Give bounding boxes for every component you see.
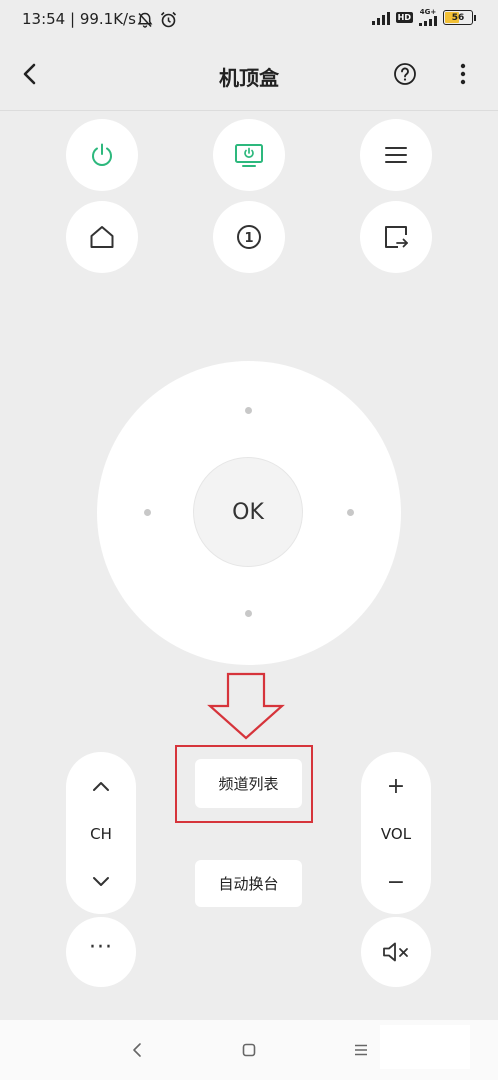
tv-power-icon bbox=[235, 144, 263, 167]
nav-home-button[interactable] bbox=[234, 1037, 264, 1063]
volume-mute-icon bbox=[383, 942, 408, 962]
status-bar: 13:54 | 99.1K/s HD 4G+ 56 bbox=[0, 0, 498, 40]
volume-up-button[interactable]: + bbox=[361, 768, 431, 804]
header-divider bbox=[0, 110, 498, 111]
tv-power-button[interactable] bbox=[213, 119, 285, 191]
chevron-down-icon bbox=[93, 877, 109, 886]
input-source-icon bbox=[385, 226, 408, 248]
nav-back-icon bbox=[133, 1043, 141, 1057]
number-one-icon: 1 bbox=[237, 225, 261, 249]
more-options-button[interactable] bbox=[450, 59, 476, 89]
channel-up-button[interactable] bbox=[66, 768, 136, 804]
nav-recents-button[interactable] bbox=[346, 1037, 376, 1063]
svg-text:1: 1 bbox=[244, 231, 253, 246]
battery-icon: 56 bbox=[443, 10, 473, 25]
signal-icon bbox=[371, 11, 390, 25]
dpad-down[interactable] bbox=[245, 610, 252, 617]
hd-badge: HD bbox=[395, 12, 413, 23]
help-button[interactable] bbox=[390, 59, 420, 89]
channel-label: CH bbox=[90, 825, 112, 843]
number-button[interactable]: 1 bbox=[213, 201, 285, 273]
dpad-right[interactable] bbox=[347, 509, 354, 516]
battery-level: 56 bbox=[451, 12, 465, 23]
status-time: 13:54 | 99.1K/s bbox=[22, 10, 136, 28]
input-source-button[interactable] bbox=[360, 201, 432, 273]
home-icon bbox=[90, 226, 114, 248]
network-type: 4G+ bbox=[419, 8, 437, 16]
menu-icon bbox=[385, 147, 407, 163]
page-title: 机顶盒 bbox=[219, 66, 279, 90]
status-icons: HD 4G+ 56 bbox=[371, 8, 476, 26]
watermark-patch bbox=[380, 1025, 470, 1069]
power-icon bbox=[92, 143, 112, 166]
channel-down-button[interactable] bbox=[66, 864, 136, 900]
ok-button[interactable]: OK bbox=[193, 457, 303, 567]
menu-button[interactable] bbox=[360, 119, 432, 191]
home-button[interactable] bbox=[66, 201, 138, 273]
dpad-up[interactable] bbox=[245, 407, 252, 414]
nav-home-icon bbox=[242, 1043, 256, 1057]
dpad-left[interactable] bbox=[144, 509, 151, 516]
auto-switch-button[interactable]: 自动换台 bbox=[195, 860, 302, 907]
mute-button[interactable] bbox=[361, 917, 431, 987]
question-circle-icon bbox=[394, 63, 416, 85]
vertical-dots-icon bbox=[460, 63, 466, 85]
down-arrow-annotation-icon bbox=[207, 672, 285, 740]
power-button[interactable] bbox=[66, 119, 138, 191]
highlight-box-annotation bbox=[175, 745, 313, 823]
volume-down-button[interactable]: − bbox=[361, 864, 431, 900]
nav-menu-icon bbox=[355, 1044, 367, 1056]
nav-back-button[interactable] bbox=[122, 1037, 152, 1063]
chevron-up-icon bbox=[93, 782, 109, 791]
alarm-clock-icon bbox=[160, 11, 177, 28]
volume-label: VOL bbox=[380, 825, 412, 843]
mute-bell-icon bbox=[137, 12, 153, 28]
signal-icon-2 bbox=[419, 16, 437, 26]
more-dots-icon: ··· bbox=[89, 935, 113, 960]
more-keys-button[interactable]: ··· bbox=[66, 917, 136, 987]
